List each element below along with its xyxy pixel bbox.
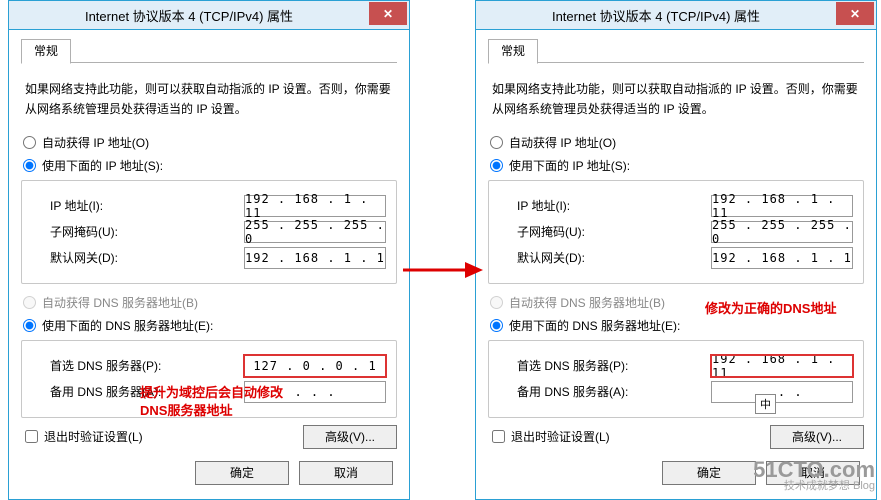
radio-label: 自动获得 IP 地址(O) <box>42 134 149 151</box>
radio-label: 使用下面的 DNS 服务器地址(E): <box>42 317 213 334</box>
ip-group: IP 地址(I): 192 . 168 . 1 . 11 子网掩码(U): 25… <box>488 180 864 284</box>
gateway-field[interactable]: 192 . 168 . 1 . 1 <box>711 247 853 269</box>
advanced-button[interactable]: 高级(V)... <box>303 425 397 449</box>
ip-address-label: IP 地址(I): <box>50 197 244 214</box>
subnet-mask-row: 子网掩码(U): 255 . 255 . 255 . 0 <box>50 221 386 243</box>
close-icon[interactable]: ✕ <box>836 2 874 25</box>
radio-label: 使用下面的 DNS 服务器地址(E): <box>509 317 680 334</box>
radio-input[interactable] <box>23 136 36 149</box>
dns-primary-label: 首选 DNS 服务器(P): <box>50 357 244 374</box>
radio-label: 使用下面的 IP 地址(S): <box>42 157 163 174</box>
radio-ip-auto[interactable]: 自动获得 IP 地址(O) <box>488 134 864 151</box>
subnet-mask-label: 子网掩码(U): <box>50 223 244 240</box>
radio-label: 使用下面的 IP 地址(S): <box>509 157 630 174</box>
window-title: Internet 协议版本 4 (TCP/IPv4) 属性 <box>476 6 836 25</box>
radio-label: 自动获得 IP 地址(O) <box>509 134 616 151</box>
subnet-mask-field[interactable]: 255 . 255 . 255 . 0 <box>244 221 386 243</box>
window-title: Internet 协议版本 4 (TCP/IPv4) 属性 <box>9 6 369 25</box>
dns-alt-row: 备用 DNS 服务器(A): . . . <box>517 381 853 403</box>
ime-indicator: 中 <box>755 394 776 414</box>
tab-general[interactable]: 常规 <box>488 39 538 64</box>
subnet-mask-field[interactable]: 255 . 255 . 255 . 0 <box>711 221 853 243</box>
checkbox-input[interactable] <box>492 430 505 443</box>
titlebar: Internet 协议版本 4 (TCP/IPv4) 属性 ✕ <box>9 1 409 30</box>
gateway-row: 默认网关(D): 192 . 168 . 1 . 1 <box>50 247 386 269</box>
description-text: 如果网络支持此功能，则可以获取自动指派的 IP 设置。否则，你需要从网络系统管理… <box>492 79 860 120</box>
dns-primary-row: 首选 DNS 服务器(P): 127 . 0 . 0 . 1 <box>50 355 386 377</box>
gateway-field[interactable]: 192 . 168 . 1 . 1 <box>244 247 386 269</box>
annotation-left: 提升为域控后会自动修改 DNS服务器地址 <box>140 384 283 420</box>
radio-dns-manual[interactable]: 使用下面的 DNS 服务器地址(E): <box>488 317 864 334</box>
ok-button[interactable]: 确定 <box>662 461 756 485</box>
subnet-mask-row: 子网掩码(U): 255 . 255 . 255 . 0 <box>517 221 853 243</box>
annotation-right: 修改为正确的DNS地址 <box>705 298 836 317</box>
subnet-mask-label: 子网掩码(U): <box>517 223 711 240</box>
radio-input[interactable] <box>490 319 503 332</box>
radio-input <box>490 296 503 309</box>
radio-input[interactable] <box>23 159 36 172</box>
ip-address-row: IP 地址(I): 192 . 168 . 1 . 11 <box>50 195 386 217</box>
ok-button[interactable]: 确定 <box>195 461 289 485</box>
titlebar: Internet 协议版本 4 (TCP/IPv4) 属性 ✕ <box>476 1 876 30</box>
cancel-button[interactable]: 取消 <box>299 461 393 485</box>
dialog-buttons: 确定 取消 <box>488 461 860 485</box>
ip-address-field[interactable]: 192 . 168 . 1 . 11 <box>711 195 853 217</box>
dns-alt-label: 备用 DNS 服务器(A): <box>517 383 711 400</box>
dns-primary-field[interactable]: 192 . 168 . 1 . 11 <box>711 355 853 377</box>
radio-input <box>23 296 36 309</box>
arrow-icon <box>403 255 483 288</box>
gateway-row: 默认网关(D): 192 . 168 . 1 . 1 <box>517 247 853 269</box>
dns-alt-field[interactable]: . . . <box>711 381 853 403</box>
radio-ip-auto[interactable]: 自动获得 IP 地址(O) <box>21 134 397 151</box>
ipv4-properties-dialog: Internet 协议版本 4 (TCP/IPv4) 属性 ✕ 常规 如果网络支… <box>8 0 410 500</box>
gateway-label: 默认网关(D): <box>517 249 711 266</box>
ip-address-label: IP 地址(I): <box>517 197 711 214</box>
dns-group: 首选 DNS 服务器(P): 192 . 168 . 1 . 11 备用 DNS… <box>488 340 864 418</box>
gateway-label: 默认网关(D): <box>50 249 244 266</box>
radio-dns-auto[interactable]: 自动获得 DNS 服务器地址(B) <box>21 294 397 311</box>
radio-ip-manual[interactable]: 使用下面的 IP 地址(S): <box>21 157 397 174</box>
tab-general[interactable]: 常规 <box>21 39 71 64</box>
ip-group: IP 地址(I): 192 . 168 . 1 . 11 子网掩码(U): 25… <box>21 180 397 284</box>
radio-ip-manual[interactable]: 使用下面的 IP 地址(S): <box>488 157 864 174</box>
checkbox-label: 退出时验证设置(L) <box>44 428 143 445</box>
cancel-button[interactable]: 取消 <box>766 461 860 485</box>
tab-strip: 常规 <box>488 38 864 63</box>
checkbox-label: 退出时验证设置(L) <box>511 428 610 445</box>
radio-input[interactable] <box>490 159 503 172</box>
ipv4-properties-dialog: Internet 协议版本 4 (TCP/IPv4) 属性 ✕ 常规 如果网络支… <box>475 0 877 500</box>
radio-label: 自动获得 DNS 服务器地址(B) <box>509 294 665 311</box>
dialog-buttons: 确定 取消 <box>21 461 393 485</box>
close-icon[interactable]: ✕ <box>369 2 407 25</box>
radio-input[interactable] <box>23 319 36 332</box>
radio-label: 自动获得 DNS 服务器地址(B) <box>42 294 198 311</box>
radio-input[interactable] <box>490 136 503 149</box>
ip-address-field[interactable]: 192 . 168 . 1 . 11 <box>244 195 386 217</box>
tab-strip: 常规 <box>21 38 397 63</box>
dns-primary-row: 首选 DNS 服务器(P): 192 . 168 . 1 . 11 <box>517 355 853 377</box>
advanced-button[interactable]: 高级(V)... <box>770 425 864 449</box>
ip-address-row: IP 地址(I): 192 . 168 . 1 . 11 <box>517 195 853 217</box>
description-text: 如果网络支持此功能，则可以获取自动指派的 IP 设置。否则，你需要从网络系统管理… <box>25 79 393 120</box>
dns-primary-field[interactable]: 127 . 0 . 0 . 1 <box>244 355 386 377</box>
checkbox-input[interactable] <box>25 430 38 443</box>
dns-primary-label: 首选 DNS 服务器(P): <box>517 357 711 374</box>
radio-dns-manual[interactable]: 使用下面的 DNS 服务器地址(E): <box>21 317 397 334</box>
